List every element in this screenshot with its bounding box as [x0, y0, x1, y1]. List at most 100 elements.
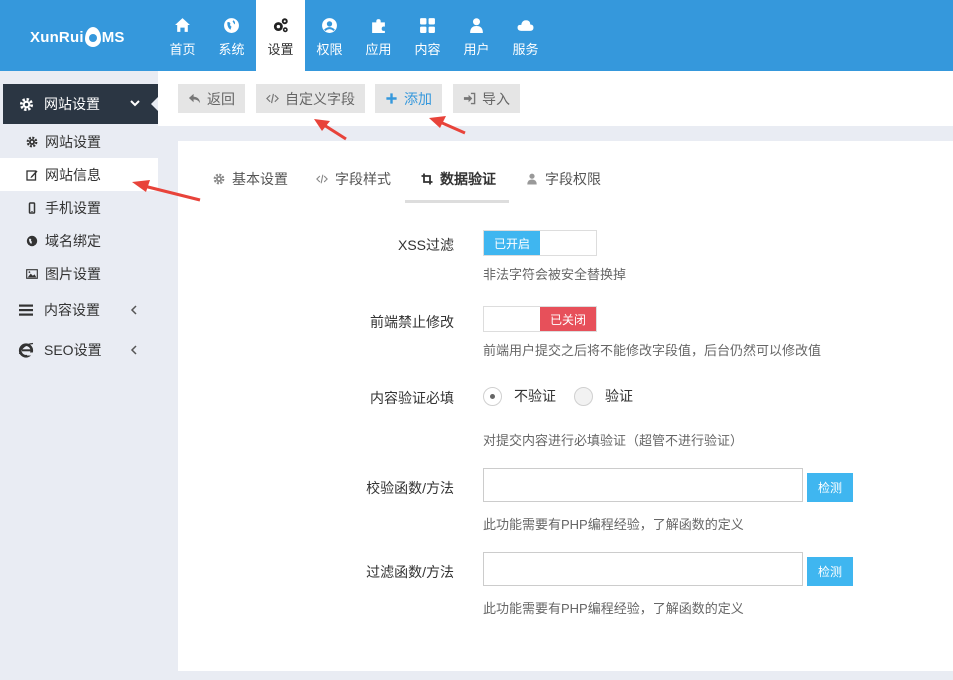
validate-function-input[interactable]	[483, 468, 803, 502]
nav-users[interactable]: 用户	[452, 0, 501, 71]
sidebar-group-content-settings[interactable]: 内容设置	[0, 290, 158, 330]
back-button-label: 返回	[207, 90, 235, 107]
nav-permissions[interactable]: 权限	[305, 0, 354, 71]
switch-blank	[484, 307, 540, 331]
xss-filter-help: 非法字符会被安全替换掉	[483, 267, 627, 282]
globe-icon	[224, 18, 239, 33]
xss-filter-label: XSS过滤	[397, 237, 454, 253]
sidebar-item-website-info[interactable]: 网站信息	[0, 158, 158, 191]
tab-label: 字段样式	[335, 171, 391, 187]
tab-field-permissions[interactable]: 字段权限	[526, 169, 601, 189]
nav-apps-label: 应用	[365, 42, 392, 57]
nav-services[interactable]: 服务	[501, 0, 550, 71]
validate-check-button[interactable]: 检测	[807, 473, 853, 502]
tab-basic-settings[interactable]: 基本设置	[213, 169, 288, 189]
mobile-icon	[28, 201, 36, 214]
radio-validate[interactable]: 验证	[574, 386, 633, 406]
nav-users-label: 用户	[463, 42, 490, 57]
sidebar-item-label: 网站信息	[45, 166, 101, 183]
user-icon	[470, 18, 483, 33]
custom-field-button[interactable]: 自定义字段	[256, 84, 365, 113]
frontend-lock-help: 前端用户提交之后将不能修改字段值，后台仍然可以修改值	[483, 343, 822, 358]
required-validation-label: 内容验证必填	[370, 390, 454, 406]
gears-icon	[273, 18, 288, 33]
field-settings-panel: 基本设置 字段样式 数据验证 字段权限 XSS过滤 已开启 非法字符会被安全替换…	[178, 141, 953, 671]
internet-explorer-icon	[18, 342, 34, 358]
image-icon	[26, 268, 38, 279]
switch-off-state: 已关闭	[540, 307, 596, 331]
edit-icon	[26, 169, 38, 181]
radio-label: 验证	[605, 388, 633, 404]
tab-field-style[interactable]: 字段样式	[316, 169, 391, 189]
frontend-lock-label: 前端禁止修改	[370, 314, 454, 330]
active-tab-underline	[405, 200, 509, 203]
radio-unchecked-icon	[574, 386, 593, 406]
sidebar-item-mobile-settings[interactable]: 手机设置	[0, 191, 158, 224]
sidebar-item-label: 图片设置	[45, 265, 101, 282]
logo-text-prefix: XunRui	[30, 28, 84, 46]
logo-drop-icon	[84, 27, 101, 47]
puzzle-icon	[372, 19, 385, 33]
nav-home[interactable]: 首页	[158, 0, 207, 71]
globe-icon	[26, 235, 38, 246]
user-circle-icon	[322, 18, 337, 33]
sidebar-item-domain-binding[interactable]: 域名绑定	[0, 224, 158, 257]
tab-label: 字段权限	[545, 171, 601, 187]
filter-function-input[interactable]	[483, 552, 803, 586]
nav-content[interactable]: 内容	[403, 0, 452, 71]
validate-function-help: 此功能需要有PHP编程经验，了解函数的定义	[483, 517, 744, 532]
toolbar: 返回 自定义字段 添加 导入	[158, 71, 953, 126]
sidebar-header-website-settings[interactable]: 网站设置	[3, 84, 159, 124]
validate-function-label: 校验函数/方法	[366, 480, 454, 496]
user-icon	[527, 173, 537, 185]
xss-filter-toggle[interactable]: 已开启	[483, 230, 597, 256]
filter-function-label: 过滤函数/方法	[366, 564, 454, 580]
radio-label: 不验证	[514, 388, 556, 404]
crop-icon	[421, 173, 433, 185]
top-header: XunRui MS 首页 系统 设置 权限 应用 内容 用户 服务	[0, 0, 953, 71]
import-button[interactable]: 导入	[453, 84, 520, 113]
radio-no-validate[interactable]: 不验证	[483, 386, 556, 406]
nav-system-label: 系统	[218, 42, 245, 57]
logo-text-suffix: MS	[101, 28, 125, 46]
tab-label: 基本设置	[232, 171, 288, 187]
filter-function-help: 此功能需要有PHP编程经验，了解函数的定义	[483, 601, 744, 616]
sign-in-icon	[463, 92, 476, 105]
nav-home-label: 首页	[169, 42, 196, 57]
sidebar-item-label: 手机设置	[45, 199, 101, 216]
nav-apps[interactable]: 应用	[354, 0, 403, 71]
logo[interactable]: XunRui MS	[30, 27, 125, 47]
radio-checked-icon	[483, 386, 502, 406]
bars-icon	[19, 304, 33, 316]
sidebar-item-website-settings[interactable]: 网站设置	[0, 125, 158, 158]
home-icon	[175, 18, 190, 32]
plus-icon	[386, 93, 397, 104]
sidebar-group-seo-settings[interactable]: SEO设置	[0, 330, 158, 370]
nav-services-label: 服务	[512, 42, 539, 57]
required-validation-help: 对提交内容进行必填验证（超管不进行验证）	[483, 433, 744, 448]
nav-settings[interactable]: 设置	[256, 0, 305, 71]
nav-system[interactable]: 系统	[207, 0, 256, 71]
sidebar-item-label: 域名绑定	[45, 232, 101, 249]
chevron-left-icon	[130, 345, 137, 355]
sidebar-group-label: SEO设置	[44, 342, 102, 358]
sidebar-group-label: 内容设置	[44, 302, 100, 318]
sidebar-item-image-settings[interactable]: 图片设置	[0, 257, 158, 290]
add-button[interactable]: 添加	[375, 84, 442, 113]
chevron-left-icon	[130, 305, 137, 315]
chevron-down-icon	[130, 100, 140, 107]
sidebar-item-label: 网站设置	[45, 133, 101, 150]
tab-data-validation[interactable]: 数据验证	[421, 169, 496, 189]
add-button-label: 添加	[404, 90, 432, 107]
back-button[interactable]: 返回	[178, 84, 245, 113]
gear-icon	[213, 173, 225, 185]
tab-bar: 基本设置 字段样式 数据验证 字段权限	[178, 141, 953, 203]
switch-blank	[540, 231, 596, 255]
import-button-label: 导入	[482, 90, 510, 107]
switch-on-state: 已开启	[484, 231, 540, 255]
frontend-lock-toggle[interactable]: 已关闭	[483, 306, 597, 332]
filter-check-button[interactable]: 检测	[807, 557, 853, 586]
main-nav: 首页 系统 设置 权限 应用 内容 用户 服务	[158, 0, 550, 71]
cloud-icon	[517, 20, 534, 31]
custom-field-label: 自定义字段	[285, 90, 355, 107]
